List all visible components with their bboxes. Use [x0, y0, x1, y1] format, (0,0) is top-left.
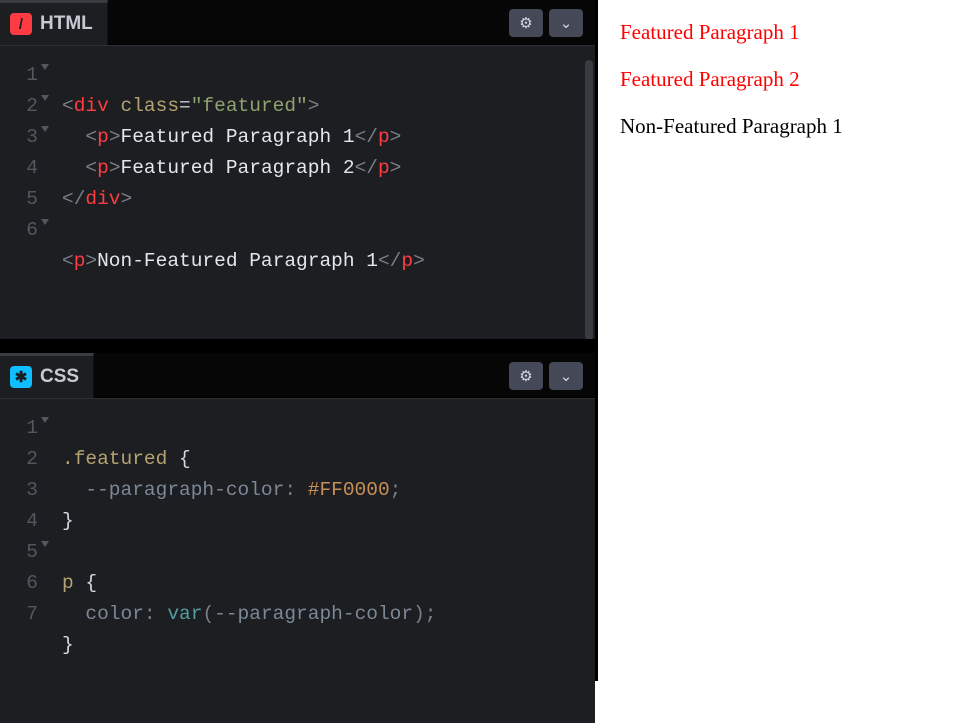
css-tab-label: CSS: [40, 366, 79, 388]
css-editor[interactable]: 1 2 3 4 5 6 7 .featured { --paragraph-co…: [0, 399, 595, 723]
html-settings-button[interactable]: ⚙: [509, 9, 543, 37]
preview-featured-group: Featured Paragraph 1 Featured Paragraph …: [620, 20, 956, 92]
html-panel-actions: ⚙ ⌄: [509, 9, 583, 37]
css-settings-button[interactable]: ⚙: [509, 362, 543, 390]
gear-icon: ⚙: [519, 367, 532, 385]
preview-pane: Featured Paragraph 1 Featured Paragraph …: [598, 0, 978, 681]
editor-column: / HTML ⚙ ⌄ 1 2 3 4 5 6 <div c: [0, 0, 598, 681]
chevron-down-icon: ⌄: [560, 14, 573, 32]
preview-featured-p2: Featured Paragraph 2: [620, 67, 956, 92]
chevron-down-icon: ⌄: [560, 367, 573, 385]
css-tab[interactable]: ✱ CSS: [0, 353, 94, 398]
css-panel-header: ✱ CSS ⚙ ⌄: [0, 353, 595, 399]
html-tab-label: HTML: [40, 13, 93, 35]
html-gutter: 1 2 3 4 5 6: [0, 60, 44, 339]
css-code[interactable]: .featured { --paragraph-color: #FF0000;}…: [44, 413, 595, 723]
css-gutter: 1 2 3 4 5 6 7: [0, 413, 44, 723]
css-icon: ✱: [10, 366, 32, 388]
css-collapse-button[interactable]: ⌄: [549, 362, 583, 390]
html-icon: /: [10, 13, 32, 35]
html-code[interactable]: <div class="featured"> <p>Featured Parag…: [44, 60, 595, 339]
html-scrollbar[interactable]: [585, 60, 593, 339]
html-panel-header: / HTML ⚙ ⌄: [0, 0, 595, 46]
css-panel-actions: ⚙ ⌄: [509, 362, 583, 390]
html-tab[interactable]: / HTML: [0, 0, 108, 45]
css-panel: ✱ CSS ⚙ ⌄ 1 2 3 4 5 6 7: [0, 339, 595, 723]
html-panel: / HTML ⚙ ⌄ 1 2 3 4 5 6 <div c: [0, 0, 595, 339]
html-editor[interactable]: 1 2 3 4 5 6 <div class="featured"> <p>Fe…: [0, 46, 595, 339]
html-collapse-button[interactable]: ⌄: [549, 9, 583, 37]
preview-nonfeatured-p1: Non-Featured Paragraph 1: [620, 114, 956, 139]
preview-featured-p1: Featured Paragraph 1: [620, 20, 956, 45]
gear-icon: ⚙: [519, 14, 532, 32]
